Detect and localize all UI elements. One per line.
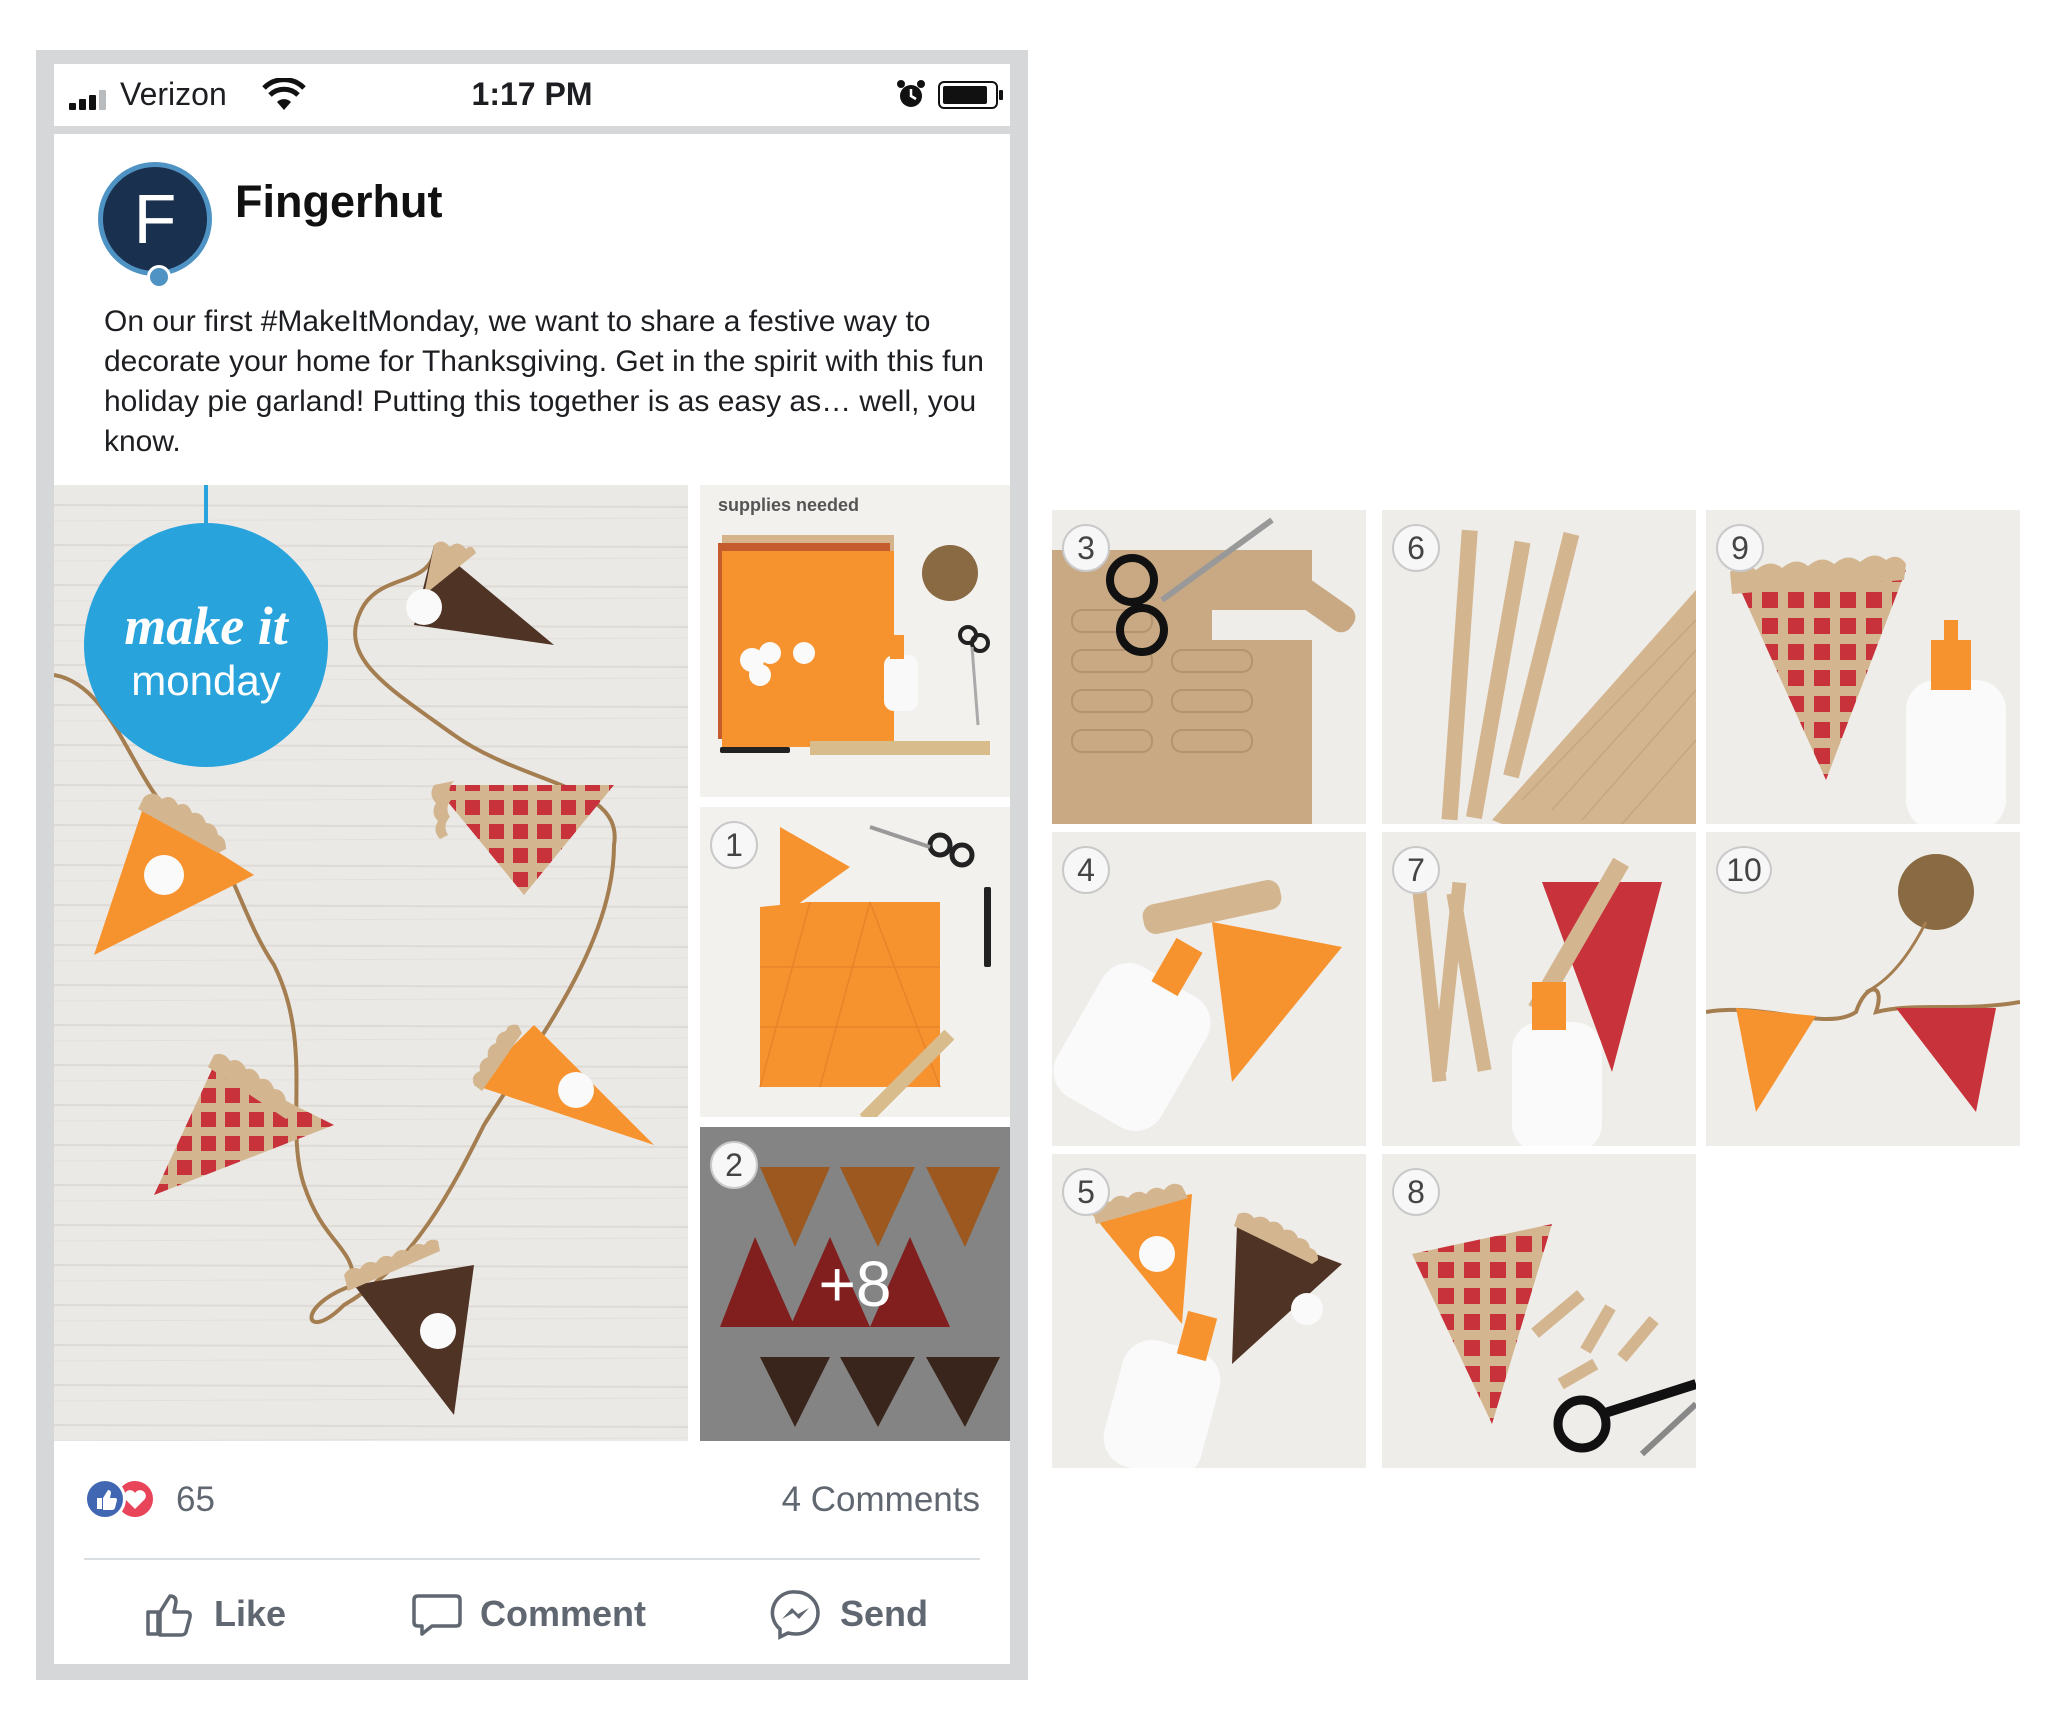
step-badge-3: 3: [1062, 524, 1110, 572]
step-photo-8[interactable]: 8: [1382, 1154, 1696, 1468]
step-photo-6[interactable]: 6: [1382, 510, 1696, 824]
reaction-count[interactable]: 65: [176, 1480, 215, 1520]
post-caption: On our first #MakeItMonday, we want to s…: [104, 305, 984, 458]
photo-supplies[interactable]: supplies needed: [700, 485, 1010, 797]
photo-grid: make it monday supplies needed 1 +8 2: [54, 485, 1010, 1441]
battery-icon: [938, 81, 1003, 109]
like-reaction-icon: [84, 1478, 126, 1520]
step-badge-4: 4: [1062, 846, 1110, 894]
comment-bubble-icon: [412, 1594, 462, 1636]
reactions-bar: 65 4 Comments: [84, 1472, 980, 1532]
send-button[interactable]: Send: [770, 1574, 928, 1654]
step-photo-5[interactable]: 5: [1052, 1154, 1366, 1468]
step-photo-9[interactable]: 9: [1706, 510, 2020, 824]
thumbs-up-icon: [146, 1594, 192, 1637]
step-badge-5: 5: [1062, 1168, 1110, 1216]
supplies-photo: [718, 535, 990, 755]
step-badge-9: 9: [1716, 524, 1764, 572]
avatar[interactable]: F: [98, 162, 212, 289]
alarm-icon: [897, 80, 925, 107]
step-badge-8: 8: [1392, 1168, 1440, 1216]
comment-count[interactable]: 4 Comments: [782, 1480, 980, 1520]
step-photo-7[interactable]: 7: [1382, 832, 1696, 1146]
messenger-icon: [770, 1590, 820, 1640]
status-bar: Verizon 1:17 PM: [54, 64, 1010, 126]
step-photo-4[interactable]: 4: [1052, 832, 1366, 1146]
step-badge-1: 1: [710, 821, 758, 869]
step-badge-10: 10: [1716, 846, 1772, 894]
comment-label: Comment: [480, 1593, 647, 1634]
photo-step-1[interactable]: 1: [700, 807, 1010, 1117]
status-time: 1:17 PM: [471, 76, 593, 112]
phone-frame: Verizon 1:17 PM F Fingerhut On our first…: [36, 50, 1028, 1680]
badge-text-line1: make it: [124, 596, 288, 656]
like-label: Like: [214, 1593, 287, 1634]
actions-divider: [84, 1558, 980, 1560]
step-badge-6: 6: [1392, 524, 1440, 572]
step-badge-2: 2: [710, 1141, 758, 1189]
post-actions: Like Comment Send: [54, 1574, 1010, 1654]
photo-main[interactable]: make it monday: [54, 485, 688, 1441]
photo-step-2-more[interactable]: +8 2: [700, 1127, 1010, 1441]
page-name[interactable]: Fingerhut: [235, 176, 442, 228]
avatar-accent-dot: [147, 265, 171, 289]
supplies-label: supplies needed: [718, 495, 860, 515]
post-header: F Fingerhut: [54, 134, 1010, 289]
step-photo-3[interactable]: 3: [1052, 510, 1366, 824]
step-badge-7: 7: [1392, 846, 1440, 894]
send-label: Send: [840, 1593, 929, 1634]
more-photos-count: +8: [818, 1248, 892, 1320]
facebook-post: F Fingerhut On our first #MakeItMonday, …: [54, 134, 1010, 1664]
step-photo-10[interactable]: 10: [1706, 832, 2020, 1146]
comment-button[interactable]: Comment: [412, 1574, 646, 1654]
avatar-letter: F: [133, 180, 177, 258]
like-button[interactable]: Like: [144, 1574, 286, 1654]
badge-text-line2: monday: [131, 657, 281, 704]
